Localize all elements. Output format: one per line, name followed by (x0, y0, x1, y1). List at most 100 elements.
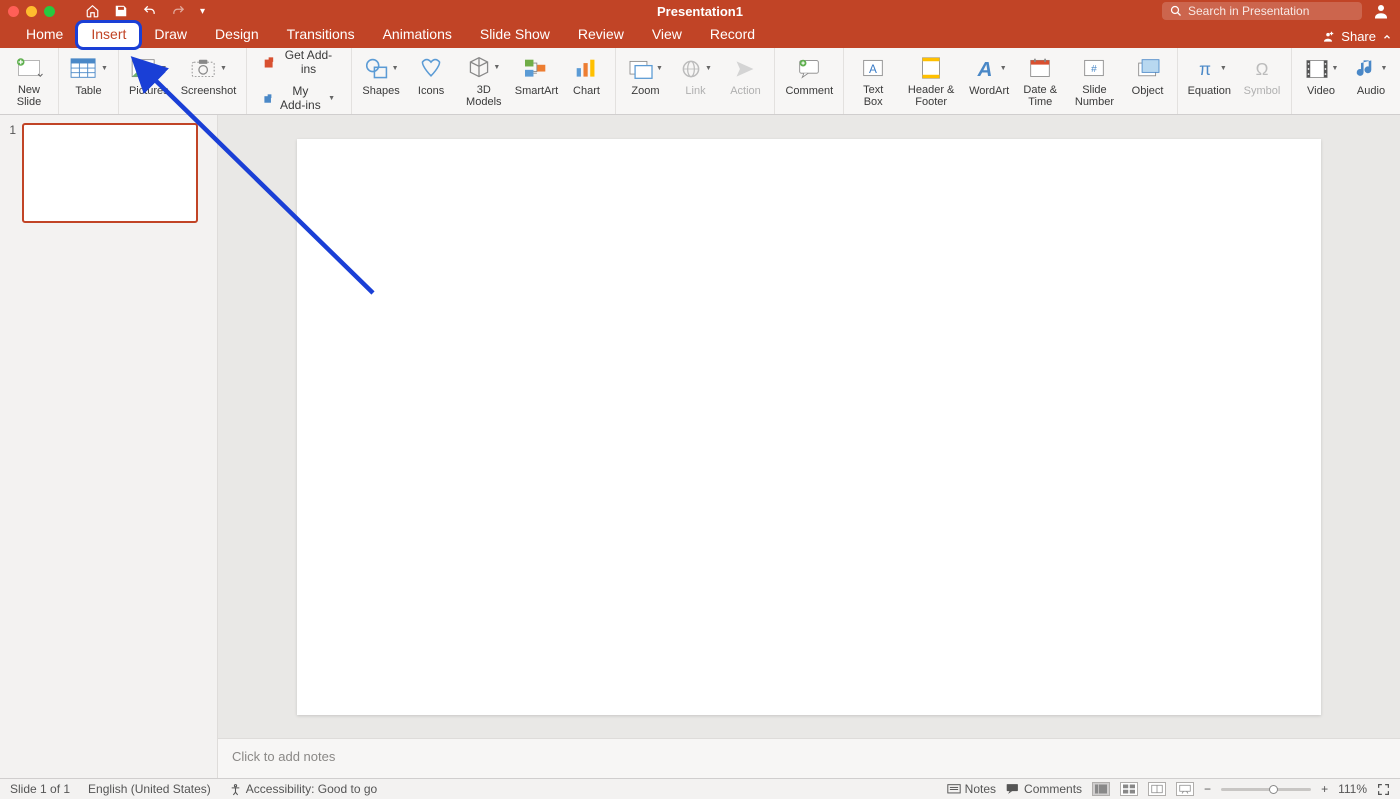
svg-text:A: A (869, 62, 877, 76)
wordart-button[interactable]: A ▼ WordArt (964, 51, 1014, 111)
header-footer-button[interactable]: Header & Footer (898, 51, 964, 111)
audio-button[interactable]: ▼ Audio (1346, 51, 1396, 111)
icons-button[interactable]: Icons (406, 51, 456, 111)
tab-animations[interactable]: Animations (369, 22, 466, 48)
share-button[interactable]: Share (1321, 29, 1392, 48)
text-box-button[interactable]: A Text Box (848, 51, 898, 111)
thumbnail-number: 1 (6, 123, 16, 137)
zoom-percent[interactable]: 111% (1338, 782, 1367, 796)
zoom-in-button[interactable]: + (1321, 782, 1328, 796)
slide-thumbnail-panel: 1 (0, 115, 218, 778)
get-addins-button[interactable]: Get Add-ins (257, 47, 341, 79)
zoom-button[interactable]: ▼ Zoom (620, 51, 670, 111)
3d-models-label: 3D Models (462, 84, 505, 109)
symbol-button[interactable]: Ω Symbol (1237, 51, 1287, 111)
object-button[interactable]: Object (1123, 51, 1173, 111)
undo-icon[interactable] (142, 4, 157, 18)
share-label: Share (1341, 29, 1376, 44)
zoom-out-button[interactable]: − (1204, 782, 1211, 796)
icons-label: Icons (418, 85, 444, 98)
search-input[interactable] (1188, 4, 1354, 18)
tab-review[interactable]: Review (564, 22, 638, 48)
save-icon[interactable] (114, 4, 128, 18)
minimize-window-button[interactable] (26, 6, 37, 17)
accessibility-indicator[interactable]: Accessibility: Good to go (229, 782, 377, 796)
audio-label: Audio (1357, 85, 1385, 98)
screenshot-button[interactable]: ▼ Screenshot (175, 51, 243, 111)
tab-view[interactable]: View (638, 22, 696, 48)
svg-text:#: # (1092, 65, 1098, 76)
pictures-label: Pictures (129, 85, 169, 98)
fit-to-window-button[interactable] (1377, 783, 1390, 796)
tab-transitions[interactable]: Transitions (273, 22, 369, 48)
symbol-label: Symbol (1244, 85, 1281, 98)
reading-view-button[interactable] (1148, 782, 1166, 796)
language-indicator[interactable]: English (United States) (88, 782, 211, 796)
pictures-button[interactable]: ▼ Pictures (123, 51, 175, 111)
notes-button[interactable]: Notes (947, 782, 996, 796)
new-slide-button[interactable]: New Slide (4, 51, 54, 111)
tab-home[interactable]: Home (12, 22, 77, 48)
redo-icon[interactable] (171, 4, 186, 18)
zoom-slider-thumb[interactable] (1269, 785, 1278, 794)
home-icon[interactable] (85, 4, 100, 18)
tab-draw[interactable]: Draw (140, 22, 201, 48)
canvas-viewport[interactable] (218, 115, 1400, 738)
customize-qat-icon[interactable]: ▾ (200, 6, 205, 17)
profile-icon[interactable] (1372, 2, 1390, 20)
shapes-button[interactable]: ▼ Shapes (356, 51, 406, 111)
video-label: Video (1307, 85, 1335, 98)
action-button[interactable]: Action (720, 51, 770, 111)
main-area: 1 Click to add notes (0, 115, 1400, 778)
date-time-button[interactable]: Date & Time (1014, 51, 1066, 111)
slideshow-view-button[interactable] (1176, 782, 1194, 796)
my-addins-label: My Add-ins (280, 85, 322, 113)
slide-thumbnail-1[interactable] (22, 123, 198, 223)
zoom-label: Zoom (631, 85, 659, 98)
video-button[interactable]: ▼ Video (1296, 51, 1346, 111)
normal-view-button[interactable] (1092, 782, 1110, 796)
sorter-view-button[interactable] (1120, 782, 1138, 796)
wordart-label: WordArt (969, 85, 1009, 98)
link-button[interactable]: ▼ Link (670, 51, 720, 111)
thumbnail-row: 1 (6, 123, 211, 223)
tab-insert[interactable]: Insert (77, 22, 140, 48)
slide-indicator[interactable]: Slide 1 of 1 (10, 782, 70, 796)
svg-text:Ω: Ω (1256, 59, 1269, 79)
my-addins-button[interactable]: My Add-ins ▼ (257, 83, 341, 115)
tab-design[interactable]: Design (201, 22, 273, 48)
equation-label: Equation (1188, 85, 1231, 98)
get-addins-label: Get Add-ins (282, 49, 335, 77)
comments-button[interactable]: Comments (1006, 782, 1082, 796)
maximize-window-button[interactable] (44, 6, 55, 17)
action-label: Action (730, 85, 761, 98)
search-icon (1170, 5, 1182, 17)
3d-models-button[interactable]: ▼ 3D Models (456, 51, 511, 111)
shapes-label: Shapes (362, 85, 399, 98)
notes-pane[interactable]: Click to add notes (218, 738, 1400, 778)
svg-text:A: A (976, 58, 992, 81)
slide-number-label: Slide Number (1072, 84, 1116, 109)
link-label: Link (685, 85, 705, 98)
close-window-button[interactable] (8, 6, 19, 17)
smartart-button[interactable]: SmartArt (511, 51, 561, 111)
table-button[interactable]: ▼ Table (63, 51, 114, 111)
tab-slideshow[interactable]: Slide Show (466, 22, 564, 48)
slide-number-button[interactable]: # Slide Number (1066, 51, 1122, 111)
slide-canvas[interactable] (297, 139, 1321, 715)
accessibility-label: Accessibility: Good to go (246, 782, 377, 796)
header-footer-label: Header & Footer (904, 84, 958, 109)
window-controls (8, 6, 55, 17)
equation-button[interactable]: π ▼ Equation (1182, 51, 1237, 111)
comment-label: Comment (785, 85, 833, 98)
object-label: Object (1132, 85, 1164, 98)
chart-button[interactable]: Chart (561, 51, 611, 111)
tab-record[interactable]: Record (696, 22, 769, 48)
comments-button-label: Comments (1024, 782, 1082, 796)
zoom-slider[interactable] (1221, 788, 1311, 791)
document-title: Presentation1 (657, 4, 743, 19)
comment-button[interactable]: Comment (779, 51, 839, 111)
smartart-label: SmartArt (515, 85, 558, 98)
search-box[interactable] (1162, 2, 1362, 20)
date-time-label: Date & Time (1020, 84, 1060, 109)
